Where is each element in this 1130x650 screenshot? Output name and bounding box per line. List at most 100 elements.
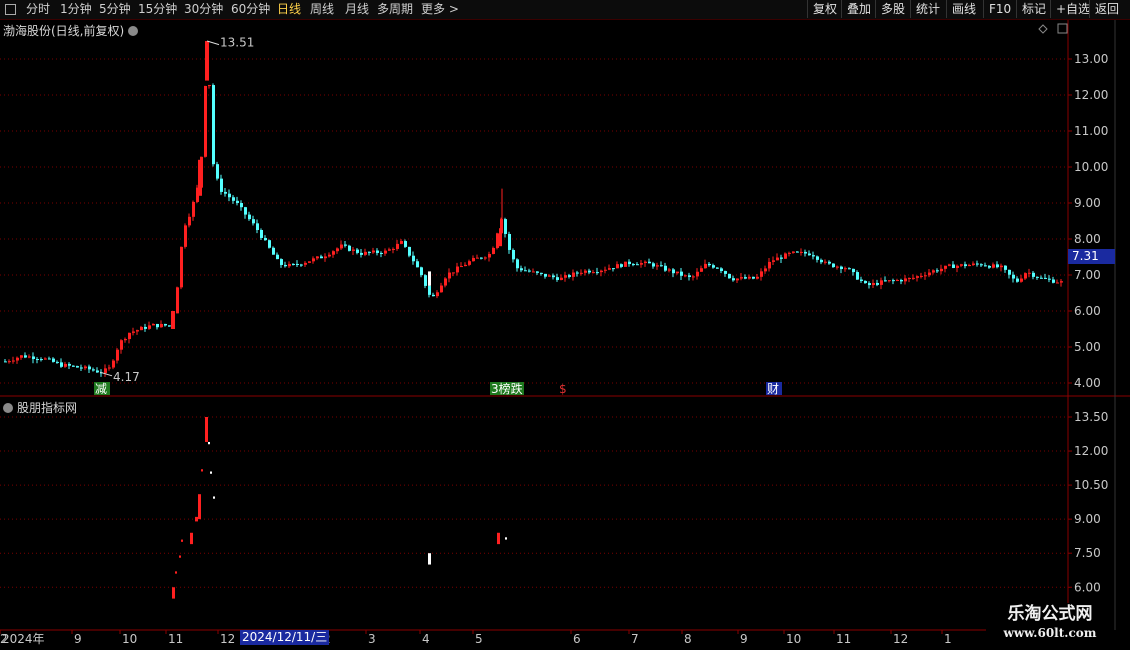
candle-body [216,164,219,179]
indicator-bar [198,494,201,520]
main-chart-title[interactable]: 渤海股份(日线,前复权) [3,22,139,39]
indicator-name: 股朋指标网 [17,401,78,415]
candle-body [228,193,231,198]
indicator-dropdown-icon[interactable] [3,403,13,413]
main-grid [0,58,1068,384]
date-cursor-label: 2024/12/11/三 [240,630,330,645]
toolbar-button-4[interactable]: 画线 [946,0,981,18]
candle-body [784,253,787,259]
candle-body [544,273,547,277]
candle-body [648,261,651,264]
candle-body [171,311,175,329]
period-tab-8[interactable]: 月线 [345,1,369,18]
period-tab-7[interactable]: 周线 [310,1,334,18]
period-tab-3[interactable]: 15分钟 [138,1,177,18]
toolbar-button-5[interactable]: F10 [983,0,1016,18]
candle-body [1052,279,1055,283]
main-y-label-0: 13.00 [1074,52,1108,66]
period-toolbar: 分时 1分钟 5分钟 15分钟 30分钟 60分钟 日线 周线 月线 多周期 更多 > 复权 叠加 多股统… [0,0,1130,20]
event-marker-0[interactable]: 减 [95,382,107,396]
candle-body [1000,265,1003,268]
candle-body [364,251,367,255]
toolbar-button-6[interactable]: 标记 [1016,0,1051,18]
candle-body [284,264,287,267]
event-marker-1[interactable]: 3榜跌 [491,381,523,396]
diamond-icon[interactable] [1038,24,1048,34]
candle-body [308,261,311,263]
chart-canvas[interactable]: 13.00 12.00 11.00 10.00 9.00 8.00 7.00 6.00 5.00… [0,0,1130,650]
candle-body [740,277,743,279]
sub-y-label-0: 13.50 [1074,410,1108,424]
candle-body [348,245,351,251]
candle-body [428,271,431,286]
candle-body [800,251,803,253]
event-marker-3[interactable]: 财 [767,382,779,396]
high-price-label: 13.51 [220,36,254,50]
candle-body [536,271,539,273]
candle-body [892,280,895,282]
candle-body [188,216,191,226]
candle-body [480,257,483,259]
candle-body [668,269,671,271]
candle-body [560,277,563,280]
event-markers[interactable]: 减 3榜跌 $ 财 [94,381,782,396]
date-label-1: 9 [74,632,82,646]
candle-body [312,258,315,262]
candle-body [152,323,155,326]
period-tab-1[interactable]: 1分钟 [60,1,92,18]
candle-body [76,366,79,368]
date-label-9: 6 [573,632,581,646]
candle-body [236,200,239,204]
candlestick-series [4,41,1063,377]
main-y-label-7: 6.00 [1074,304,1101,318]
candle-body [596,272,599,274]
period-tab-5[interactable]: 60分钟 [231,1,270,18]
period-tab-9[interactable]: 多周期 [377,1,413,18]
candle-body [384,250,387,254]
toolbar-button-8[interactable]: 返回 [1089,0,1124,18]
candle-body [944,265,947,269]
candle-body [1060,281,1063,283]
candle-body [768,261,771,269]
candle-body [192,201,195,217]
title-dropdown-icon[interactable] [128,26,139,36]
candle-body [776,257,779,261]
candle-body [832,263,835,268]
candle-body [584,270,587,273]
candle-body [676,271,679,274]
panel-maximize-icon[interactable] [1057,23,1068,34]
indicator-bar [179,555,181,558]
indicator-series [172,417,507,599]
indicator-title[interactable]: 股朋指标网 [3,399,77,416]
toolbar-button-2[interactable]: 多股 [875,0,910,18]
candle-body [616,264,619,269]
menu-icon[interactable] [5,4,16,15]
candle-body [572,272,575,277]
period-tab-6[interactable]: 日线 [277,1,301,18]
period-tab-10[interactable]: 更多 > [421,1,459,18]
toolbar-button-3[interactable]: 统计 [910,0,945,18]
candle-body [820,259,823,263]
current-price-tag: 7.31 [1068,249,1115,264]
candle-body [472,257,475,262]
period-tab-0[interactable]: 分时 [26,1,50,18]
candle-body [456,266,459,273]
event-marker-2[interactable]: $ [559,382,567,396]
candle-body [20,355,23,358]
candle-body [60,362,63,367]
candle-body [640,263,643,265]
candle-body [220,178,223,192]
toolbar-button-0[interactable]: 复权 [807,0,842,18]
candle-body [484,257,487,259]
candle-body [12,360,15,362]
period-tab-2[interactable]: 5分钟 [99,1,131,18]
candle-body [660,265,663,267]
candle-body [280,259,283,265]
toolbar-button-1[interactable]: 叠加 [841,0,876,18]
candle-body [176,287,179,314]
candle-body [124,339,127,341]
period-tab-4[interactable]: 30分钟 [184,1,223,18]
indicator-bar [201,469,203,472]
candle-body [624,261,627,267]
date-label-16: 1 [944,632,952,646]
